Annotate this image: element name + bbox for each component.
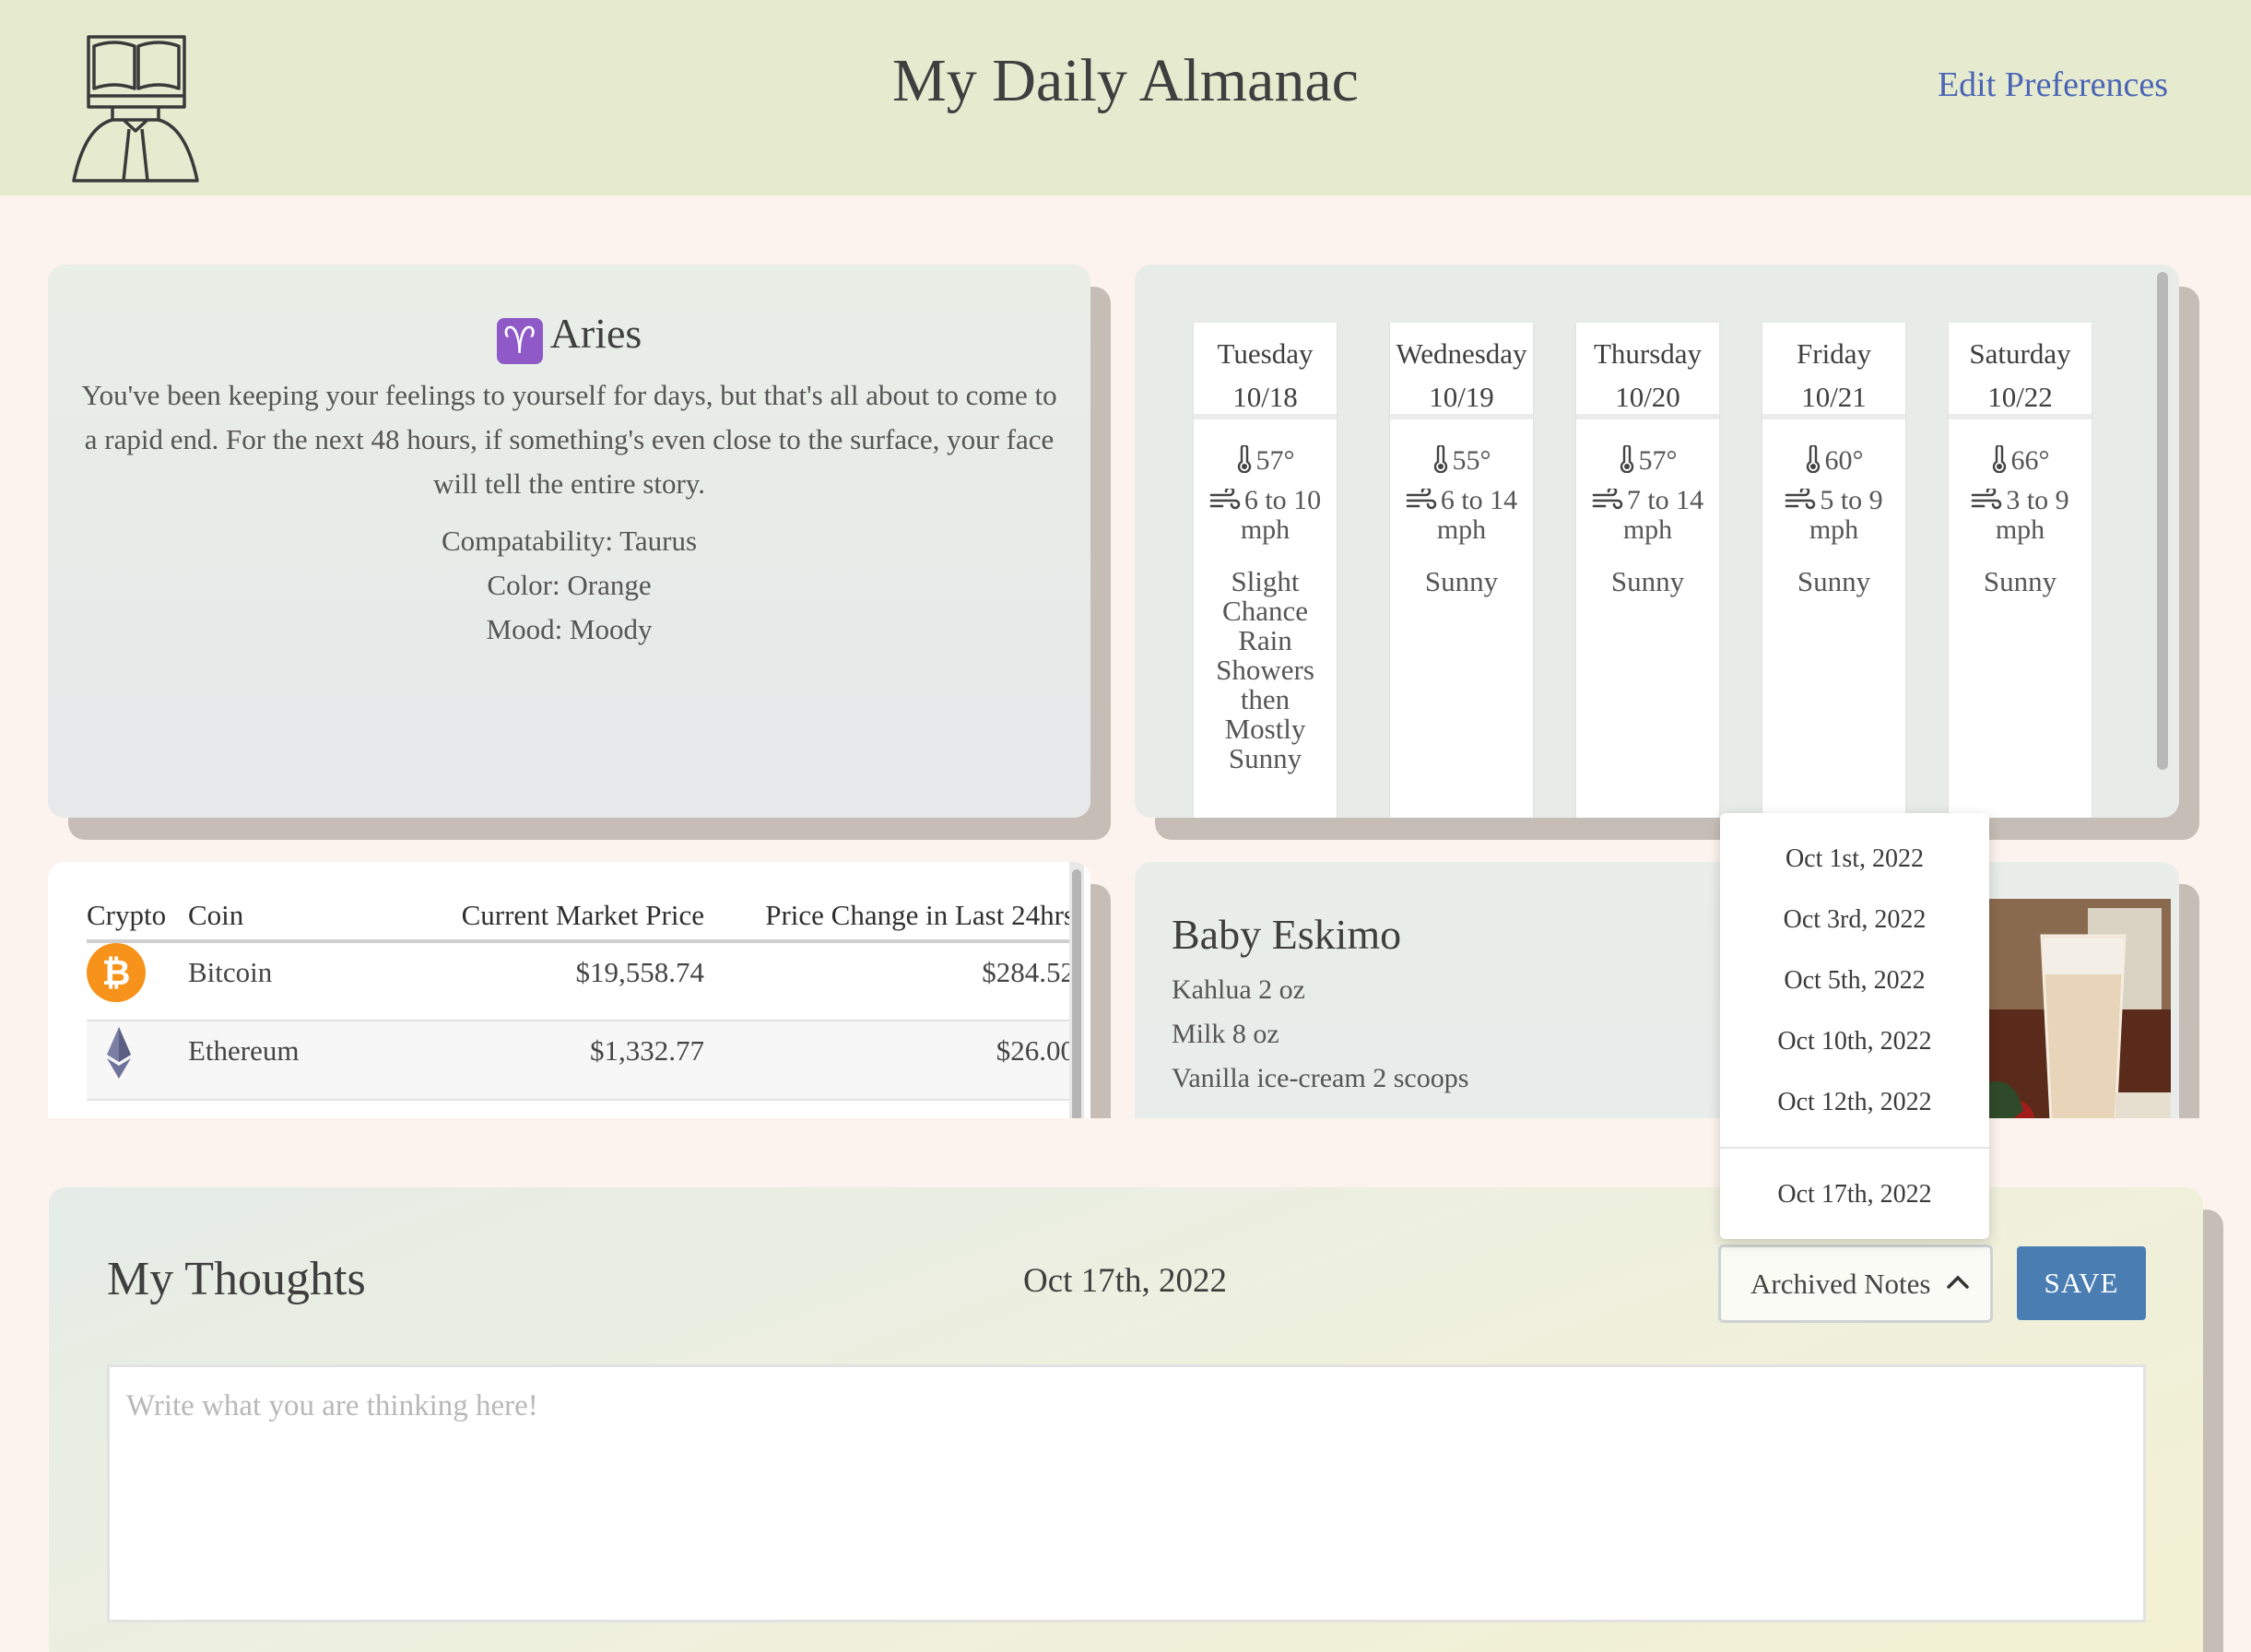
crypto-col-header: Crypto — [87, 899, 188, 943]
crypto-icon-cell: ₿ — [87, 941, 188, 1021]
weather-day-header: Tuesday 10/18 — [1194, 323, 1337, 419]
crypto-price: $19,558.74 — [391, 941, 704, 1021]
weather-temp: 57° — [1194, 445, 1337, 477]
weather-day-date: 10/20 — [1615, 381, 1680, 413]
weather-temp: 66° — [1949, 445, 2092, 477]
table-row: Ethereum $1,332.77 $26.00 — [87, 1021, 1075, 1101]
crypto-change: $26.00 — [704, 1021, 1075, 1101]
weather-temp: 55° — [1390, 445, 1533, 477]
list-item: Kahlua 2 oz — [1172, 974, 1305, 1005]
weather-day-date: 10/19 — [1429, 381, 1494, 413]
weather-day-date: 10/22 — [1987, 381, 2053, 413]
weather-wind: 5 to 9 mph — [1762, 486, 1905, 545]
aries-icon: ♈ — [496, 318, 543, 364]
thoughts-panel: My Thoughts Oct 17th, 2022 Archived Note… — [49, 1187, 2203, 1652]
horoscope-description: You've been keeping your feelings to you… — [81, 379, 1057, 500]
horoscope-card: ♈ Aries You've been keeping your feelings… — [48, 265, 1090, 818]
chevron-up-icon — [1947, 1275, 1969, 1289]
wind-icon — [1209, 489, 1241, 510]
weather-wind: 3 to 9 mph — [1949, 486, 2092, 545]
weather-day-header: Thursday 10/20 — [1576, 323, 1719, 419]
weather-day-date: 10/18 — [1232, 381, 1298, 413]
dropdown-item[interactable]: Oct 10th, 2022 — [1720, 1027, 1989, 1056]
dropdown-divider — [1720, 1147, 1989, 1149]
crypto-col-header: Price Change in Last 24hrs — [704, 899, 1075, 943]
archived-notes-label: Archived Notes — [1750, 1268, 1931, 1300]
horoscope-sign: Aries — [549, 310, 642, 357]
weather-wind: 6 to 14 mph — [1390, 486, 1533, 545]
dropdown-item[interactable]: Oct 3rd, 2022 — [1720, 905, 1989, 935]
bitcoin-icon: ₿ — [87, 943, 146, 1002]
horoscope-compatibility: Compatability: Taurus — [441, 525, 698, 557]
table-row: ₿ Bitcoin $19,558.74 $284.52 — [87, 941, 1075, 1021]
weather-day-name: Wednesday — [1396, 337, 1527, 370]
horoscope-mood: Mood: Moody — [486, 613, 653, 645]
weather-day-header: Wednesday 10/19 — [1390, 323, 1533, 419]
archived-notes-select[interactable]: Archived Notes — [1718, 1245, 1993, 1323]
crypto-change: $284.52 — [704, 941, 1075, 1021]
dropdown-item[interactable]: Oct 1st, 2022 — [1720, 844, 1989, 874]
crypto-price: $1,332.77 — [391, 1021, 704, 1101]
thermometer-icon — [1992, 445, 2006, 473]
weather-card[interactable]: Tuesday 10/18 57° 6 to 10 mph Slight Cha… — [1135, 265, 2179, 818]
weather-day-header: Friday 10/21 — [1762, 323, 1905, 419]
weather-temp: 57° — [1576, 445, 1719, 477]
crypto-coin-name: Bitcoin — [188, 941, 391, 1021]
dropdown-item[interactable]: Oct 17th, 2022 — [1720, 1180, 1989, 1210]
weather-conditions: Slight Chance Rain Showers then Mostly S… — [1216, 565, 1314, 774]
weather-conditions: Sunny — [1983, 565, 2057, 597]
dropdown-item[interactable]: Oct 5th, 2022 — [1720, 966, 1989, 996]
weather-day-date: 10/21 — [1801, 381, 1867, 413]
weather-day: Tuesday 10/18 57° 6 to 10 mph Slight Cha… — [1194, 323, 1337, 818]
thoughts-title: My Thoughts — [107, 1253, 366, 1305]
ingredient-list: Kahlua 2 oz Milk 8 oz Vanilla ice-cream … — [1172, 968, 1468, 1101]
horoscope-meta: Compatability: Taurus Color: Orange Mood… — [48, 519, 1090, 652]
weather-temp: 60° — [1762, 445, 1905, 477]
crypto-icon-cell — [87, 1021, 188, 1101]
weather-day-name: Friday — [1797, 337, 1871, 370]
thermometer-icon — [1806, 445, 1820, 473]
weather-day-name: Thursday — [1593, 337, 1703, 370]
dropdown-item[interactable]: Oct 12th, 2022 — [1720, 1088, 1989, 1117]
save-button[interactable]: SAVE — [2017, 1246, 2146, 1320]
weather-day-header: Saturday 10/22 — [1949, 323, 2092, 419]
wind-icon — [1785, 489, 1816, 510]
crypto-coin-name: Ethereum — [188, 1021, 391, 1101]
thoughts-date: Oct 17th, 2022 — [1023, 1262, 1227, 1300]
horoscope-color: Color: Orange — [487, 569, 652, 601]
weather-wind: 7 to 14 mph — [1576, 486, 1719, 545]
app-title: My Daily Almanac — [892, 47, 1359, 114]
weather-wind: 6 to 10 mph — [1194, 486, 1337, 545]
crypto-col-header: Coin — [188, 899, 391, 943]
archived-notes-dropdown: Oct 1st, 2022 Oct 3rd, 2022 Oct 5th, 202… — [1720, 813, 1989, 1239]
weather-day: Thursday 10/20 57° 7 to 14 mph Sunny — [1576, 323, 1719, 818]
weather-conditions: Sunny — [1797, 565, 1871, 597]
wind-icon — [1592, 489, 1623, 510]
weather-day: Saturday 10/22 66° 3 to 9 mph Sunny — [1949, 323, 2092, 818]
weather-day-name: Saturday — [1969, 337, 2071, 370]
edit-preferences-link[interactable]: Edit Preferences — [1938, 65, 2168, 105]
weather-conditions: Sunny — [1610, 565, 1685, 597]
app-header: My Daily Almanac Edit Preferences — [0, 0, 2251, 195]
list-item: Milk 8 oz — [1172, 1019, 1279, 1049]
crypto-col-header: Current Market Price — [391, 899, 704, 943]
thermometer-icon — [1433, 445, 1447, 473]
horoscope-title: ♈ Aries — [48, 309, 1090, 364]
weather-scrollbar[interactable] — [2157, 272, 2168, 770]
weather-conditions: Sunny — [1424, 565, 1499, 597]
thermometer-icon — [1237, 445, 1251, 473]
weather-day-name: Tuesday — [1217, 337, 1314, 370]
wind-icon — [1406, 489, 1437, 510]
crypto-table: Crypto Coin Current Market Price Price C… — [87, 899, 1075, 1101]
weather-day: Friday 10/21 60° 5 to 9 mph Sunny — [1762, 323, 1905, 818]
ethereum-icon — [107, 1027, 131, 1079]
recipe-title: Baby Eskimo — [1172, 911, 1402, 958]
wind-icon — [1972, 489, 2002, 510]
thermometer-icon — [1620, 445, 1633, 473]
list-item: Vanilla ice-cream 2 scoops — [1172, 1063, 1469, 1093]
thoughts-textarea[interactable] — [107, 1364, 2146, 1622]
crypto-header-row: Crypto Coin Current Market Price Price C… — [87, 899, 1075, 943]
weather-day: Wednesday 10/19 55° 6 to 14 mph Sunny — [1390, 323, 1533, 818]
